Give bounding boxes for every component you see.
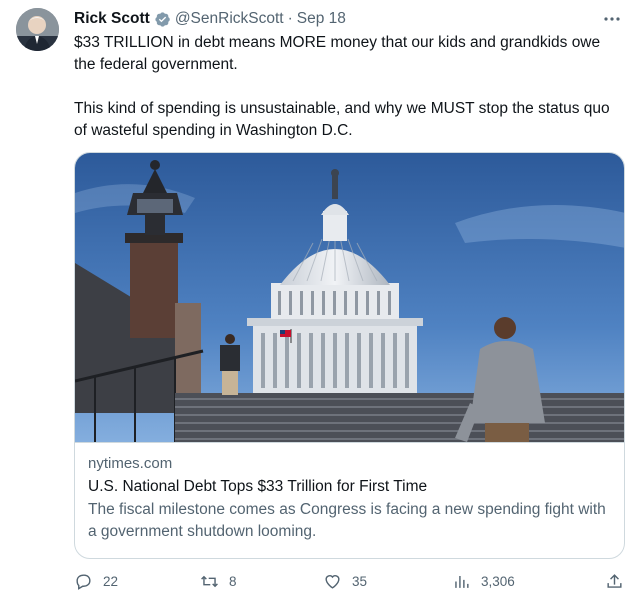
avatar[interactable]	[16, 8, 59, 51]
heart-icon	[325, 575, 340, 589]
separator: ·	[287, 10, 293, 27]
analytics-icon	[455, 575, 469, 588]
retweet-count: 8	[229, 574, 237, 589]
tweet-paragraph: $33 TRILLION in debt means MORE money th…	[74, 34, 601, 73]
card-image[interactable]	[75, 153, 624, 443]
reply-count: 22	[103, 574, 119, 589]
retweet-button[interactable]: 8	[200, 572, 237, 591]
tweet-date[interactable]: Sep 18	[297, 10, 346, 28]
views-count: 3,306	[481, 574, 515, 589]
tweet-header: Rick Scott @SenRickScott · Sep 18	[74, 8, 622, 30]
like-button[interactable]: 35	[323, 572, 367, 591]
share-icon	[607, 574, 622, 588]
action-bar: 22 8 35 3,306	[74, 572, 626, 596]
tweet-text: $33 TRILLION in debt means MORE money th…	[74, 32, 622, 142]
author-name[interactable]: Rick Scott	[74, 10, 150, 28]
card-meta: nytimes.com U.S. National Debt Tops $33 …	[88, 453, 612, 543]
card-domain: nytimes.com	[88, 455, 173, 472]
share-button[interactable]	[605, 572, 634, 591]
more-horizontal-icon[interactable]	[602, 9, 622, 29]
retweet-icon	[201, 575, 218, 588]
like-count: 35	[352, 574, 368, 589]
link-card[interactable]: nytimes.com U.S. National Debt Tops $33 …	[74, 152, 625, 559]
verified-badge-icon	[154, 11, 171, 28]
reply-icon	[76, 574, 91, 590]
reply-button[interactable]: 22	[74, 572, 118, 591]
tweet: Rick Scott @SenRickScott · Sep 18 $33 TR…	[0, 0, 636, 600]
card-description: The fiscal milestone comes as Congress i…	[88, 501, 606, 540]
author-handle[interactable]: @SenRickScott	[175, 10, 284, 28]
tweet-paragraph: This kind of spending is unsustainable, …	[74, 100, 610, 139]
views-button[interactable]: 3,306	[452, 572, 515, 591]
card-title[interactable]: U.S. National Debt Tops $33 Trillion for…	[88, 475, 612, 499]
